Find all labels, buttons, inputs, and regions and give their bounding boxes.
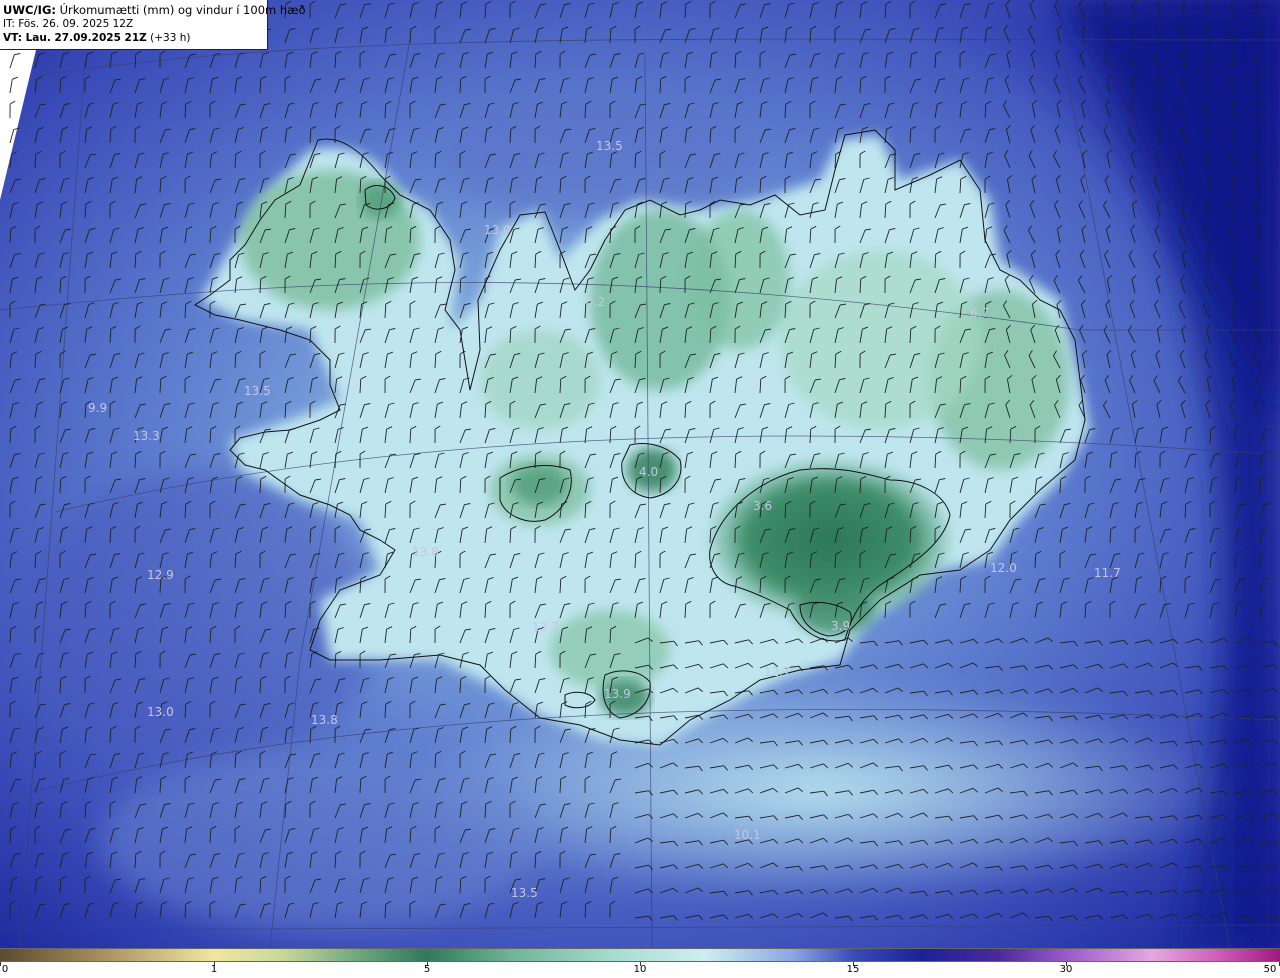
- map-value-label: 4.2: [586, 295, 605, 309]
- map-value-label: 12.7: [764, 665, 791, 679]
- valid-time-lead: (+33 h): [146, 32, 191, 44]
- colorbar-tick-label: 5: [423, 964, 431, 975]
- map-value-label: 12.9: [147, 568, 174, 582]
- map-value-label: 13.8: [311, 713, 338, 727]
- map-value-label: 13.5: [596, 139, 623, 153]
- map-value-label: 13.5: [244, 384, 271, 398]
- map-title: UWC/IG: Úrkomumætti (mm) og vindur í 100…: [3, 3, 306, 17]
- map-value-label: 13.8: [412, 545, 439, 559]
- model-name: UWC/IG:: [3, 3, 56, 17]
- init-time: IT: Fös. 26. 09. 2025 12Z: [3, 18, 134, 30]
- map-title-box: UWC/IG: Úrkomumætti (mm) og vindur í 100…: [0, 0, 306, 50]
- map-value-label: 3.9: [831, 619, 850, 633]
- colorbar-tick-label: 0: [1, 964, 9, 975]
- valid-time: VT: Lau. 27.09.2025 21Z (+33 h): [3, 31, 267, 45]
- map-value-label: 10.1: [734, 828, 761, 842]
- weather-map: 13.5 13.0 4.2 6.7 13.5 9.9 13.3 4.0 3.6 …: [0, 0, 1280, 948]
- product-name: Úrkomumætti (mm) og vindur í 100m hæð: [55, 3, 306, 17]
- colorbar: 0 1 5 10 15 30 50: [0, 948, 1280, 978]
- map-value-label: 4.0: [639, 465, 658, 479]
- colorbar-tick-label: 10: [633, 964, 647, 975]
- map-canvas: 13.5 13.0 4.2 6.7 13.5 9.9 13.3 4.0 3.6 …: [0, 0, 1280, 948]
- colorbar-strip: [0, 948, 1280, 962]
- map-value-label: 13.5: [511, 886, 538, 900]
- map-value-label: 13.9: [604, 687, 631, 701]
- map-value-label: 3.6: [753, 499, 772, 513]
- colorbar-tick-label: 30: [1059, 964, 1073, 975]
- map-value-label: 11.7: [1094, 566, 1121, 580]
- map-value-label: 13.0: [147, 705, 174, 719]
- valid-time-main: VT: Lau. 27.09.2025 21Z: [3, 32, 147, 44]
- map-value-label: 9.9: [88, 401, 107, 415]
- map-value-label: 13.3: [133, 429, 160, 443]
- colorbar-tick-label: 15: [846, 964, 860, 975]
- map-value-label: 13.0: [484, 223, 511, 237]
- map-value-label: 12.0: [990, 561, 1017, 575]
- colorbar-tick-label: 50: [1263, 964, 1277, 975]
- map-value-label: 13.7: [532, 620, 559, 634]
- map-value-label: 6.7: [970, 306, 989, 320]
- colorbar-tick-label: 1: [210, 964, 218, 975]
